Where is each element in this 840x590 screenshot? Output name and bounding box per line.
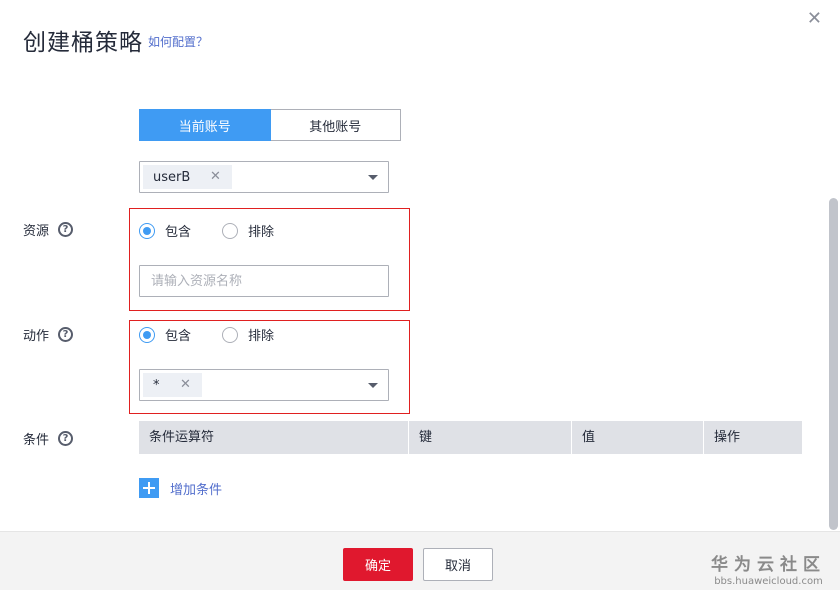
add-condition-label: 增加条件 xyxy=(170,482,223,498)
resource-row-label: 资源 ? xyxy=(23,220,74,239)
close-icon[interactable]: ✕ xyxy=(807,10,822,28)
confirm-button[interactable]: 确定 xyxy=(343,548,413,581)
watermark-text: 华为云社区 xyxy=(711,555,826,575)
action-label: 动作 xyxy=(23,329,50,344)
action-radio-exclude[interactable]: 排除 xyxy=(222,325,274,344)
remove-tag-icon[interactable]: ✕ xyxy=(210,169,221,184)
watermark-url: bbs.huaweicloud.com xyxy=(714,576,823,587)
radio-checked-icon xyxy=(139,222,155,239)
dialog-footer: 确定 取消 华为云社区 bbs.huaweicloud.com xyxy=(0,531,840,590)
resource-name-input[interactable] xyxy=(139,265,389,297)
action-row-label: 动作 ? xyxy=(23,325,74,344)
remove-tag-icon[interactable]: ✕ xyxy=(180,377,191,392)
tab-other-account[interactable]: 其他账号 xyxy=(270,109,401,141)
column-header: 键 xyxy=(409,421,572,454)
help-icon[interactable]: ? xyxy=(58,327,74,342)
resource-radio-group: 包含 排除 xyxy=(139,221,305,240)
radio-label: 排除 xyxy=(248,225,275,240)
action-tag: * xyxy=(143,373,202,397)
condition-row-label: 条件 ? xyxy=(23,429,74,448)
action-select[interactable]: * ✕ xyxy=(139,369,389,401)
user-select[interactable]: userB ✕ xyxy=(139,161,389,193)
radio-label: 排除 xyxy=(248,329,275,344)
column-header: 值 xyxy=(572,421,704,454)
condition-label: 条件 xyxy=(23,433,50,448)
action-radio-include[interactable]: 包含 xyxy=(139,325,191,344)
tab-current-account[interactable]: 当前账号 xyxy=(139,109,271,141)
chevron-down-icon[interactable] xyxy=(368,175,378,180)
radio-checked-icon xyxy=(139,326,155,343)
action-tag-label: * xyxy=(153,377,160,393)
resource-radio-include[interactable]: 包含 xyxy=(139,221,191,240)
help-link[interactable]: 如何配置？ xyxy=(148,33,208,50)
chevron-down-icon[interactable] xyxy=(368,383,378,388)
dialog-title: 创建桶策略 xyxy=(23,30,143,56)
radio-unchecked-icon xyxy=(222,326,239,343)
add-condition-button[interactable]: 增加条件 xyxy=(139,478,222,498)
resource-label: 资源 xyxy=(23,224,50,239)
column-header: 条件运算符 xyxy=(139,421,409,454)
column-header: 操作 xyxy=(714,430,741,445)
user-tag-label: userB xyxy=(153,169,191,185)
radio-label: 包含 xyxy=(165,225,192,240)
account-switch: 当前账号 其他账号 xyxy=(139,109,401,141)
cancel-button[interactable]: 取消 xyxy=(423,548,493,581)
resource-radio-exclude[interactable]: 排除 xyxy=(222,221,274,240)
action-radio-group: 包含 排除 xyxy=(139,325,305,344)
radio-unchecked-icon xyxy=(222,222,239,239)
help-icon[interactable]: ? xyxy=(58,431,74,446)
help-icon[interactable]: ? xyxy=(58,222,74,237)
condition-table-header: 条件运算符 键 值 操作 xyxy=(139,421,802,454)
plus-icon xyxy=(139,478,159,498)
watermark: 华为云社区 bbs.huaweicloud.com xyxy=(711,550,826,587)
radio-label: 包含 xyxy=(165,329,192,344)
scrollbar[interactable] xyxy=(829,198,838,530)
